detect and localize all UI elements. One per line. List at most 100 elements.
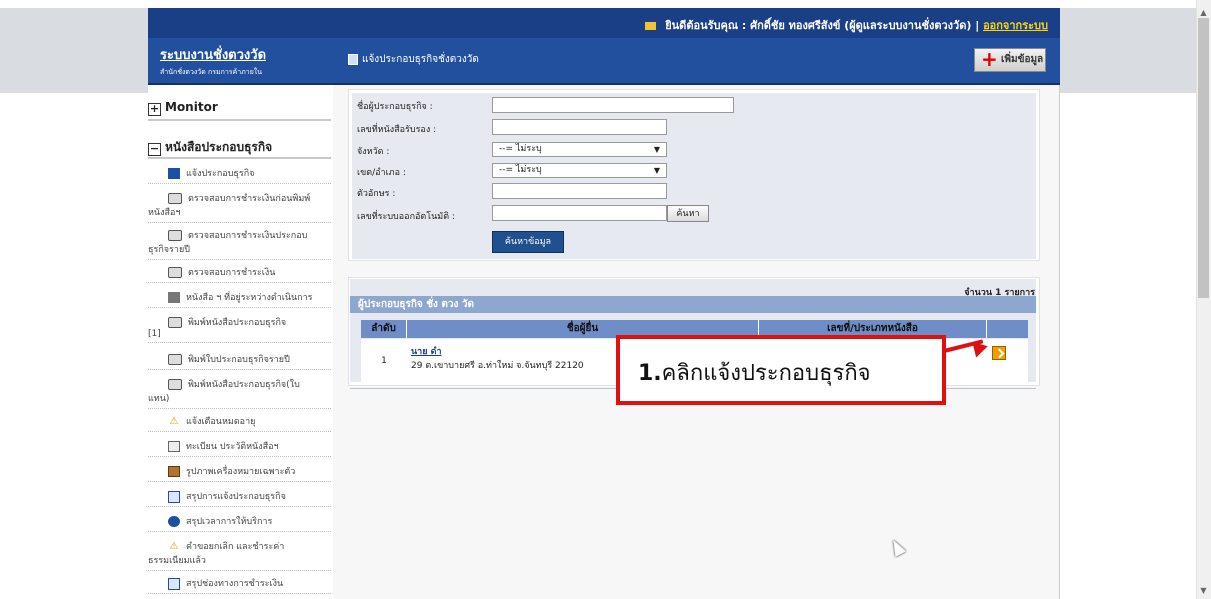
floppy-icon: [168, 168, 180, 179]
sidebar-item[interactable]: หนังสือ ฯ ที่อยู่ระหว่างดำเนินการ: [148, 290, 331, 308]
sidebar-item-label: สรุปเวลาการให้บริการ: [186, 517, 273, 527]
divider: [148, 119, 331, 121]
list-icon: [168, 441, 180, 452]
sidebar-item-label: ตรวจสอบการชำระเงิน: [188, 268, 276, 278]
printer-icon: [168, 379, 182, 390]
sidebar: + Monitor − หนังสือประกอบธุรกิจ แจ้งประกอบ…: [148, 85, 333, 599]
column-header-action: [987, 320, 1028, 338]
plus-icon: +: [981, 47, 998, 71]
sidebar-item-label-cont: [1]: [148, 329, 161, 339]
callout-text: 1.คลิกแจ้งประกอบธุรกิจ: [638, 355, 871, 390]
top-bar: ยินดีต้อนรับคุณ : ศักดิ์ชัย ทองศรีสังข์ …: [148, 8, 1060, 38]
sidebar-item[interactable]: แจ้งประกอบธุรกิจ: [148, 166, 331, 184]
operator-name-label: ชื่อผู้ประกอบธุรกิจ :: [357, 102, 433, 112]
collapse-icon: −: [148, 142, 161, 156]
expand-icon: +: [148, 102, 161, 116]
sidebar-item-label: คำขอยกเลิก และชำระค่า: [186, 542, 285, 552]
welcome-text: ยินดีต้อนรับคุณ : ศักดิ์ชัย ทองศรีสังข์ …: [665, 19, 980, 32]
scroll-down-icon[interactable]: ▼: [1198, 586, 1209, 595]
sidebar-item-label-cont: แทน): [148, 394, 170, 404]
section-title-text: แจ้งประกอบธุรกิจชั่งตวงวัด: [362, 54, 479, 65]
mail-icon: [645, 22, 657, 30]
warning-icon: ⚠: [169, 416, 179, 427]
column-header-order: ลำดับ: [361, 320, 407, 338]
sidebar-license-header[interactable]: − หนังสือประกอบธุรกิจ: [148, 138, 272, 157]
initials-label: ตัวอักษร :: [357, 189, 396, 199]
sidebar-item-label: แจ้งประกอบธุรกิจ: [186, 169, 255, 179]
printer-icon: [168, 193, 182, 204]
sidebar-item-label-cont: ธุรกิจรายปี: [148, 245, 190, 255]
sidebar-item[interactable]: ทะเบียน ประวัติหนังสือฯ: [148, 439, 331, 457]
find-button[interactable]: ค้นหา: [667, 205, 709, 222]
section-title: แจ้งประกอบธุรกิจชั่งตวงวัด: [348, 52, 479, 67]
printer-icon: [168, 267, 182, 278]
sidebar-item[interactable]: พิมพ์หนังสือประกอบธุรกิจ [1]: [148, 315, 331, 343]
logout-link[interactable]: ออกจากระบบ: [983, 19, 1048, 32]
sidebar-item-label: หนังสือ ฯ ที่อยู่ระหว่างดำเนินการ: [186, 293, 313, 303]
edit-icon: [168, 292, 180, 303]
dropdown-arrow-icon: ▼: [653, 145, 660, 154]
cert-no-input[interactable]: [492, 119, 667, 135]
summary-icon: [168, 577, 180, 590]
sidebar-item[interactable]: สรุปเวลาการให้บริการ: [148, 514, 331, 532]
cert-no-label: เลขที่หนังสือรับรอง :: [357, 125, 437, 135]
scrollbar-thumb[interactable]: [1198, 18, 1209, 298]
summary-icon: [168, 490, 180, 503]
section-icon: [348, 53, 358, 65]
divider: [148, 157, 331, 159]
sidebar-item-label: สรุปการแจ้งประกอบธุรกิจ: [186, 492, 286, 502]
warning-icon: ⚠: [169, 541, 179, 552]
sidebar-item[interactable]: ⚠ คำขอยกเลิก และชำระค่าธรรมเนียมแล้ว: [148, 539, 331, 571]
welcome-message: ยินดีต้อนรับคุณ : ศักดิ์ชัย ทองศรีสังข์ …: [645, 16, 1048, 34]
sidebar-item[interactable]: พิมพ์หนังสือประกอบธุรกิจ(ใบ แทน): [148, 377, 331, 409]
printer-icon: [168, 354, 182, 365]
sidebar-item-label: รูปภาพเครื่องหมายเฉพาะตัว: [186, 467, 296, 477]
district-label: เขต/อำเภอ :: [357, 168, 406, 178]
sidebar-monitor-header[interactable]: + Monitor: [148, 100, 218, 116]
search-data-button[interactable]: ค้นหาข้อมูล: [492, 231, 564, 253]
initials-input[interactable]: [492, 183, 667, 199]
callout-number: 1.: [638, 361, 662, 386]
auto-no-label: เลขที่ระบบออกอัตโนมัติ :: [357, 212, 455, 222]
results-title: ผู้ประกอบธุรกิจ ชั่ง ตวง วัด: [358, 299, 474, 310]
dropdown-arrow-icon: ▼: [653, 166, 660, 175]
results-title-bar: ผู้ประกอบธุรกิจ ชั่ง ตวง วัด: [350, 296, 1036, 313]
sidebar-item[interactable]: รูปภาพเครื่องหมายเฉพาะตัว: [148, 464, 331, 482]
sidebar-item-label: พิมพ์หนังสือประกอบธุรกิจ: [188, 318, 287, 328]
province-label: จังหวัด :: [357, 147, 390, 157]
add-data-button[interactable]: + เพิ่มข้อมูล: [974, 48, 1046, 72]
sidebar-item[interactable]: ตรวจสอบการชำระเงินประกอบ ธุรกิจรายปี: [148, 228, 331, 260]
sidebar-item-label: ทะเบียน ประวัติหนังสือฯ: [186, 442, 279, 452]
sidebar-item[interactable]: ตรวจสอบการชำระเงิน: [148, 265, 331, 283]
sidebar-item[interactable]: พิมพ์ใบประกอบธุรกิจรายปี: [148, 352, 331, 370]
sidebar-item-label: พิมพ์ใบประกอบธุรกิจรายปี: [188, 355, 290, 365]
printer-icon: [168, 230, 182, 241]
system-subtitle: สำนักชั่งตวงวัด กรมการค้าภายใน: [160, 68, 262, 76]
callout-label: คลิกแจ้งประกอบธุรกิจ: [661, 361, 871, 386]
operator-name-input[interactable]: [492, 97, 734, 113]
search-panel-inner: [352, 93, 1036, 259]
callout-box: 1.คลิกแจ้งประกอบธุรกิจ: [616, 335, 946, 405]
district-select[interactable]: --= ไม่ระบุ ▼: [492, 163, 667, 178]
system-title[interactable]: ระบบงานชั่งตวงวัด: [160, 44, 266, 65]
monitor-label: Monitor: [165, 100, 218, 114]
sidebar-item[interactable]: ⚠ แจ้งเตือนหมดอายุ: [148, 414, 331, 432]
sidebar-item[interactable]: ตรวจสอบการชำระเงินก่อนพิมพ์ หนังสือฯ: [148, 191, 331, 223]
open-record-icon[interactable]: [992, 346, 1006, 360]
app-header: ระบบงานชั่งตวงวัด สำนักชั่งตวงวัด กรมการ…: [148, 38, 1060, 85]
picture-icon: [168, 466, 180, 477]
clock-icon: [168, 516, 180, 527]
sidebar-item[interactable]: สรุปช่องทางการชำระเงิน: [148, 576, 331, 594]
license-section-label: หนังสือประกอบธุรกิจ: [165, 140, 273, 154]
province-value: --= ไม่ระบุ: [499, 144, 542, 154]
district-value: --= ไม่ระบุ: [499, 165, 542, 175]
row-order: 1: [381, 356, 387, 366]
auto-no-input[interactable]: [492, 205, 667, 221]
sidebar-item-label-cont: ธรรมเนียมแล้ว: [148, 556, 206, 566]
sidebar-item-label: แจ้งเตือนหมดอายุ: [186, 417, 256, 427]
province-select[interactable]: --= ไม่ระบุ ▼: [492, 142, 667, 157]
sidebar-item[interactable]: สรุปการแจ้งประกอบธุรกิจ: [148, 489, 331, 507]
sidebar-item-label-cont: หนังสือฯ: [148, 208, 181, 218]
add-button-label: เพิ่มข้อมูล: [1001, 54, 1044, 65]
scroll-up-icon[interactable]: ▲: [1198, 8, 1209, 17]
